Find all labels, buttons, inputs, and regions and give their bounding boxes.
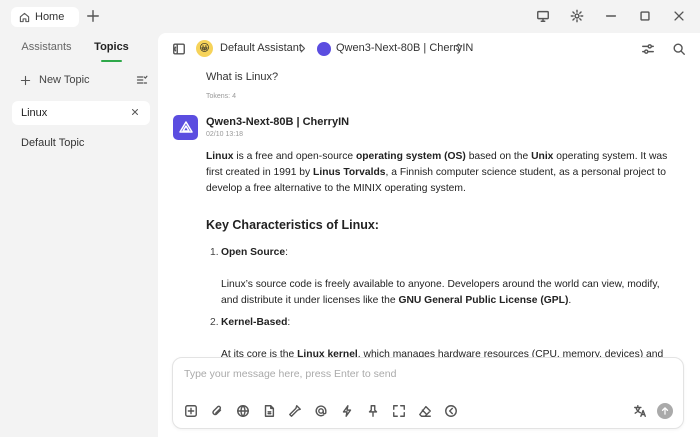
plus-icon (87, 10, 99, 22)
answer-heading: Key Characteristics of Linux: (206, 218, 379, 232)
topic-label: Linux (21, 107, 48, 119)
sidebar-toggle-icon[interactable] (172, 42, 186, 56)
message-input-box[interactable]: Type your message here, press Enter to s… (172, 357, 684, 429)
message-input[interactable]: Type your message here, press Enter to s… (184, 368, 396, 380)
arrow-up-icon (661, 407, 669, 415)
list-item: 1. Open Source: Linux’s source code is f… (210, 247, 660, 306)
bot-avatar (173, 115, 198, 140)
bot-timestamp: 02/10 13:18 (206, 131, 243, 138)
bot-name: Qwen3-Next-80B | CherryIN (206, 116, 350, 128)
minimize-icon[interactable] (604, 9, 618, 23)
mcp-tools-icon[interactable] (288, 404, 302, 418)
monitor-icon[interactable] (536, 9, 550, 23)
chevron-right-icon (300, 44, 306, 53)
tab-assistants[interactable]: Assistants (14, 40, 79, 62)
new-topic-button[interactable]: New Topic (20, 74, 148, 86)
assistant-name[interactable]: Default Assistant (220, 42, 302, 54)
lightning-icon[interactable] (340, 404, 354, 418)
new-topic-label: New Topic (39, 74, 90, 86)
eraser-icon[interactable] (418, 404, 432, 418)
answer-intro: Linux is a free and open-source operatin… (206, 151, 668, 194)
paperclip-icon[interactable] (210, 404, 224, 418)
pin-icon[interactable] (366, 404, 380, 418)
search-icon[interactable] (672, 42, 686, 56)
tab-home-label: Home (35, 11, 65, 23)
chat-panel: 😀 Default Assistant Qwen3-Next-80B | Che… (158, 33, 700, 437)
assistant-avatar[interactable]: 😀 (196, 40, 213, 57)
qwen-logo-icon (178, 120, 193, 133)
tab-topics[interactable]: Topics (79, 40, 144, 62)
add-tab-button[interactable] (86, 9, 100, 23)
send-button[interactable] (657, 403, 673, 419)
chevron-left-circle-icon[interactable] (444, 404, 458, 418)
maximize-icon[interactable] (638, 9, 652, 23)
topics-sidebar: Assistants Topics New Topic Linux Defaul… (0, 33, 158, 437)
new-topic-icon[interactable] (184, 404, 198, 418)
settings-gear-icon[interactable] (570, 9, 584, 23)
chat-header: 😀 Default Assistant Qwen3-Next-80B | Che… (158, 33, 700, 65)
list-filter-icon[interactable] (136, 74, 148, 86)
list-item: 2. Kernel-Based: At its core is the Linu… (210, 317, 664, 360)
message-list: What is Linux? Tokens: 4 Qwen3-Next-80B … (158, 65, 700, 383)
knowledge-base-icon[interactable] (262, 404, 276, 418)
close-window-icon[interactable] (672, 9, 686, 23)
input-toolbar (184, 404, 458, 418)
topic-item-linux[interactable]: Linux (12, 101, 150, 125)
characteristics-list: 1. Open Source: Linux’s source code is f… (206, 245, 676, 363)
globe-icon[interactable] (236, 404, 250, 418)
chevrons-up-down-icon[interactable] (453, 42, 464, 53)
topic-item-default[interactable]: Default Topic (21, 137, 84, 149)
sidebar-tabs: Assistants Topics (14, 40, 144, 62)
bot-answer: Linux is a free and open-source operatin… (206, 149, 676, 369)
user-message: What is Linux? (206, 71, 279, 83)
plus-icon (20, 75, 31, 85)
model-logo-icon (317, 42, 331, 56)
close-icon[interactable] (130, 107, 140, 117)
tab-home[interactable]: Home (11, 7, 79, 27)
home-icon (19, 12, 30, 22)
settings-sliders-icon[interactable] (641, 42, 655, 56)
at-mention-icon[interactable] (314, 404, 328, 418)
expand-icon[interactable] (392, 404, 406, 418)
title-bar: Home (0, 0, 700, 33)
translate-icon[interactable] (633, 404, 647, 418)
token-count: Tokens: 4 (206, 93, 236, 100)
